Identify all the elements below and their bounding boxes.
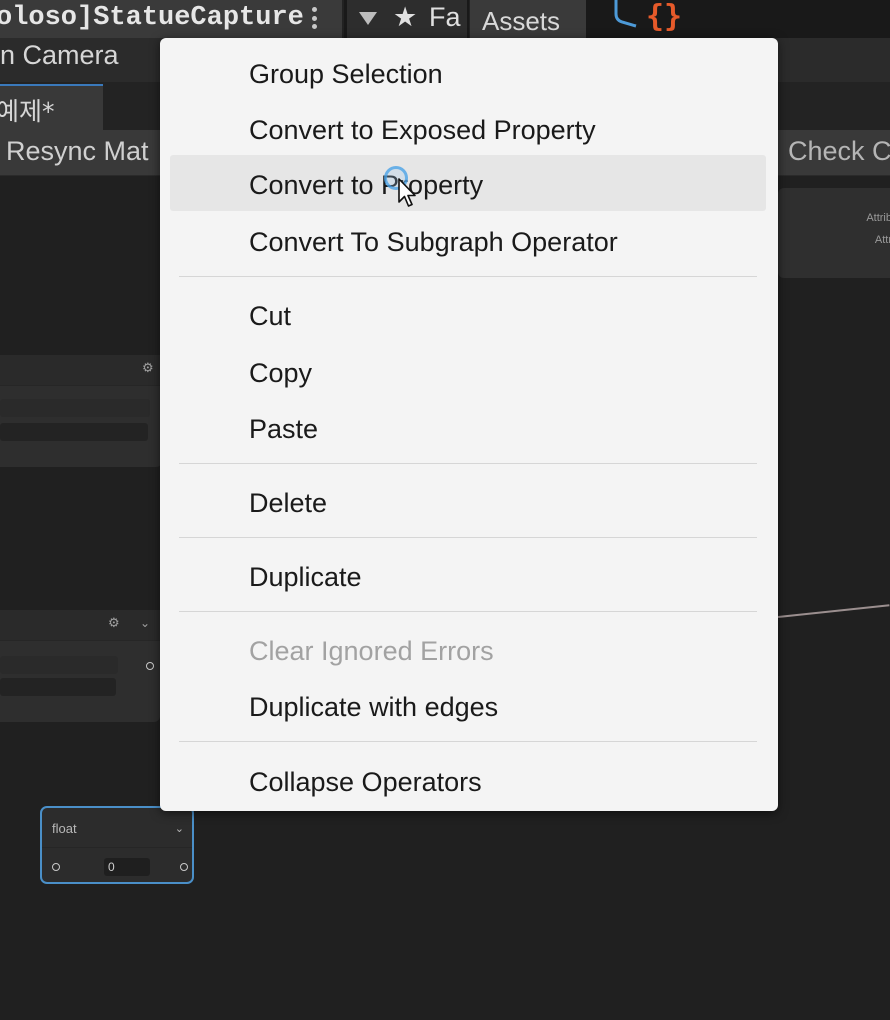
node-header[interactable] bbox=[0, 610, 160, 641]
float-value-field[interactable]: 0 bbox=[104, 858, 150, 876]
vfx-graph-logo-icon: {} bbox=[614, 0, 682, 34]
menu-item-delete[interactable]: Delete bbox=[170, 475, 766, 531]
gear-icon[interactable]: ⚙ bbox=[108, 616, 120, 631]
context-menu: Group Selection Convert to Exposed Prope… bbox=[160, 38, 778, 811]
mouse-cursor-icon bbox=[398, 178, 416, 207]
menu-item-convert-to-exposed-property[interactable]: Convert to Exposed Property bbox=[170, 102, 766, 158]
menu-item-convert-to-property[interactable]: Convert to Property bbox=[170, 155, 766, 211]
value-field[interactable] bbox=[0, 423, 148, 441]
resync-material-button[interactable]: Resync Mat bbox=[6, 136, 149, 167]
assets-tab-label: Assets bbox=[482, 6, 561, 36]
menu-item-collapse-operators[interactable]: Collapse Operators bbox=[170, 754, 766, 810]
graph-node-b[interactable]: ⚙ ⌄ bbox=[0, 610, 160, 722]
menu-item-label: Group Selection bbox=[249, 59, 443, 89]
value-field[interactable] bbox=[0, 678, 116, 696]
node-header[interactable]: float ⌄ bbox=[42, 808, 192, 848]
menu-item-label: Collapse Operators bbox=[249, 767, 482, 797]
document-tab[interactable]: 예제* bbox=[0, 84, 103, 130]
chevron-down-icon[interactable]: ⌄ bbox=[140, 616, 150, 630]
svg-text:{}: {} bbox=[646, 0, 682, 34]
dropdown-triangle-icon[interactable] bbox=[359, 12, 377, 25]
menu-item-group-selection[interactable]: Group Selection bbox=[170, 46, 766, 102]
star-icon: ★ bbox=[393, 2, 418, 33]
gear-icon[interactable]: ⚙ bbox=[142, 361, 154, 376]
output-port-icon[interactable] bbox=[180, 863, 188, 871]
check-button[interactable]: Check C bbox=[788, 136, 890, 167]
menu-separator bbox=[179, 537, 757, 538]
vector-field-row[interactable] bbox=[0, 399, 150, 417]
menu-item-label: Cut bbox=[249, 301, 292, 331]
menu-item-label: Paste bbox=[249, 414, 319, 444]
assets-tab[interactable]: Assets bbox=[469, 0, 586, 38]
node-attr-label: Attrib bbox=[866, 212, 890, 224]
menu-item-label: Copy bbox=[249, 358, 313, 388]
favorites-label: Fa bbox=[429, 2, 461, 32]
menu-item-label: Convert to Exposed Property bbox=[249, 115, 596, 145]
camera-label: n Camera bbox=[0, 40, 119, 70]
kebab-menu-icon[interactable] bbox=[306, 4, 322, 32]
menu-item-label: Convert to Property bbox=[249, 170, 484, 200]
menu-separator bbox=[179, 611, 757, 612]
vector-field-row[interactable] bbox=[0, 656, 118, 674]
menu-item-label: Clear Ignored Errors bbox=[249, 636, 494, 666]
menu-item-convert-to-subgraph-operator[interactable]: Convert To Subgraph Operator bbox=[170, 214, 766, 270]
window-tab-title: oloso]StatueCapture bbox=[0, 3, 304, 33]
document-tab-label: 예제* bbox=[0, 97, 55, 126]
menu-item-duplicate[interactable]: Duplicate bbox=[170, 549, 766, 605]
menu-separator bbox=[179, 741, 757, 742]
node-type-label: float bbox=[52, 821, 77, 836]
menu-item-label: Delete bbox=[249, 488, 328, 518]
menu-separator bbox=[179, 276, 757, 277]
window-tab[interactable]: oloso]StatueCapture bbox=[0, 0, 344, 38]
input-port-icon[interactable] bbox=[52, 863, 60, 871]
menu-item-duplicate-with-edges[interactable]: Duplicate with edges bbox=[170, 679, 766, 735]
favorites-tab[interactable]: ★ Fa bbox=[347, 0, 467, 38]
menu-item-label: Duplicate with edges bbox=[249, 692, 499, 722]
output-port-icon[interactable] bbox=[146, 662, 154, 670]
menu-item-paste[interactable]: Paste bbox=[170, 401, 766, 457]
menu-item-clear-ignored-errors: Clear Ignored Errors bbox=[170, 623, 766, 679]
right-panel-header bbox=[778, 38, 890, 82]
editor-top-bar: oloso]StatueCapture ★ Fa Assets {} bbox=[0, 0, 890, 38]
menu-item-cut[interactable]: Cut bbox=[170, 288, 766, 344]
menu-item-label: Duplicate bbox=[249, 562, 362, 592]
node-header[interactable] bbox=[0, 355, 162, 386]
menu-item-copy[interactable]: Copy bbox=[170, 345, 766, 401]
menu-separator bbox=[179, 463, 757, 464]
menu-item-label: Convert To Subgraph Operator bbox=[249, 227, 618, 257]
graph-node-a[interactable]: ⚙ bbox=[0, 355, 162, 467]
graph-node-right[interactable]: Attrib Attr bbox=[778, 188, 890, 278]
chevron-down-icon[interactable]: ⌄ bbox=[175, 822, 184, 835]
float-node[interactable]: float ⌄ 0 bbox=[40, 806, 194, 884]
node-attr-label: Attr bbox=[874, 234, 890, 246]
